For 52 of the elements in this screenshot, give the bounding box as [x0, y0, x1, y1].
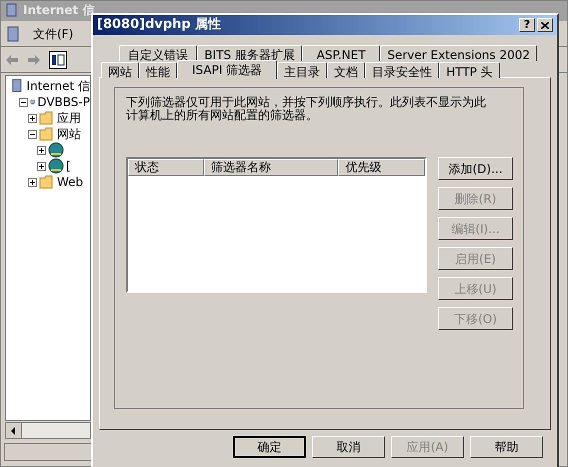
dialog-button[interactable]: 帮助: [470, 436, 543, 458]
panel-toggle-icon[interactable]: [49, 50, 67, 68]
side-button[interactable]: 添加(D)...: [438, 157, 513, 180]
tab[interactable]: 主目录: [277, 62, 328, 78]
tab[interactable]: 目录安全性: [365, 62, 440, 78]
tab[interactable]: 自定义错误: [119, 45, 198, 61]
column-header[interactable]: 优先级: [338, 159, 425, 176]
server-icon: [5, 26, 21, 42]
tab[interactable]: 性能: [139, 62, 177, 78]
globe-icon: [48, 158, 64, 174]
tab[interactable]: HTTP 头: [439, 62, 500, 78]
server-icon: [5, 3, 19, 17]
collapse-toggle[interactable]: [28, 130, 37, 138]
tree-item[interactable]: Web: [57, 173, 84, 191]
help-button[interactable]: ?: [519, 18, 535, 32]
dialog-button[interactable]: 取消: [312, 436, 385, 458]
tree-item[interactable]: [: [66, 157, 71, 175]
scrollbar[interactable]: [5, 422, 91, 439]
column-header[interactable]: 状态: [128, 159, 204, 176]
tab[interactable]: 网站: [101, 62, 139, 78]
tab[interactable]: Server Extensions 2002: [380, 45, 538, 61]
plus-icon: [38, 162, 45, 170]
expand-toggle[interactable]: [28, 114, 37, 122]
tree-item[interactable]: 应用: [57, 109, 81, 127]
expand-toggle[interactable]: [28, 178, 37, 186]
tree-item[interactable]: Internet 信: [26, 77, 90, 95]
tab[interactable]: 文档: [327, 62, 366, 78]
scroll-left-button[interactable]: [6, 423, 22, 438]
globe-icon: [48, 142, 64, 158]
plus-icon: [29, 178, 36, 186]
folder-icon: [39, 126, 55, 142]
tree-item[interactable]: 网站: [57, 125, 81, 143]
description-text: 下列筛选器仅可用于此网站，并按下列顺序执行。此列表不显示为此计算机上的所有网站配置的筛选器。: [126, 96, 486, 122]
column-header[interactable]: 筛选器名称: [204, 159, 338, 176]
expand-toggle[interactable]: [37, 162, 46, 170]
close-icon: [541, 22, 549, 28]
folder-icon: [39, 174, 55, 190]
plus-icon: [38, 146, 45, 154]
tree-item[interactable]: DVBBS-P: [37, 93, 90, 111]
tab[interactable]: ASP.NET: [302, 45, 380, 61]
filter-list[interactable]: 状态 筛选器名称 优先级: [126, 157, 427, 293]
plus-icon: [29, 114, 36, 122]
close-button[interactable]: [537, 18, 553, 32]
dialog-button[interactable]: 确定: [233, 436, 306, 458]
expand-toggle[interactable]: [37, 146, 46, 154]
folder-icon: [39, 110, 55, 126]
tab[interactable]: ISAPI 筛选器: [177, 60, 278, 79]
dialog-title: [8080]dvphp 属性: [97, 16, 222, 34]
left-arrow-icon: [11, 426, 16, 434]
collapse-toggle[interactable]: [19, 98, 28, 106]
tab[interactable]: BITS 服务器扩展: [197, 45, 302, 61]
menu-item[interactable]: 文件(F): [29, 24, 78, 42]
